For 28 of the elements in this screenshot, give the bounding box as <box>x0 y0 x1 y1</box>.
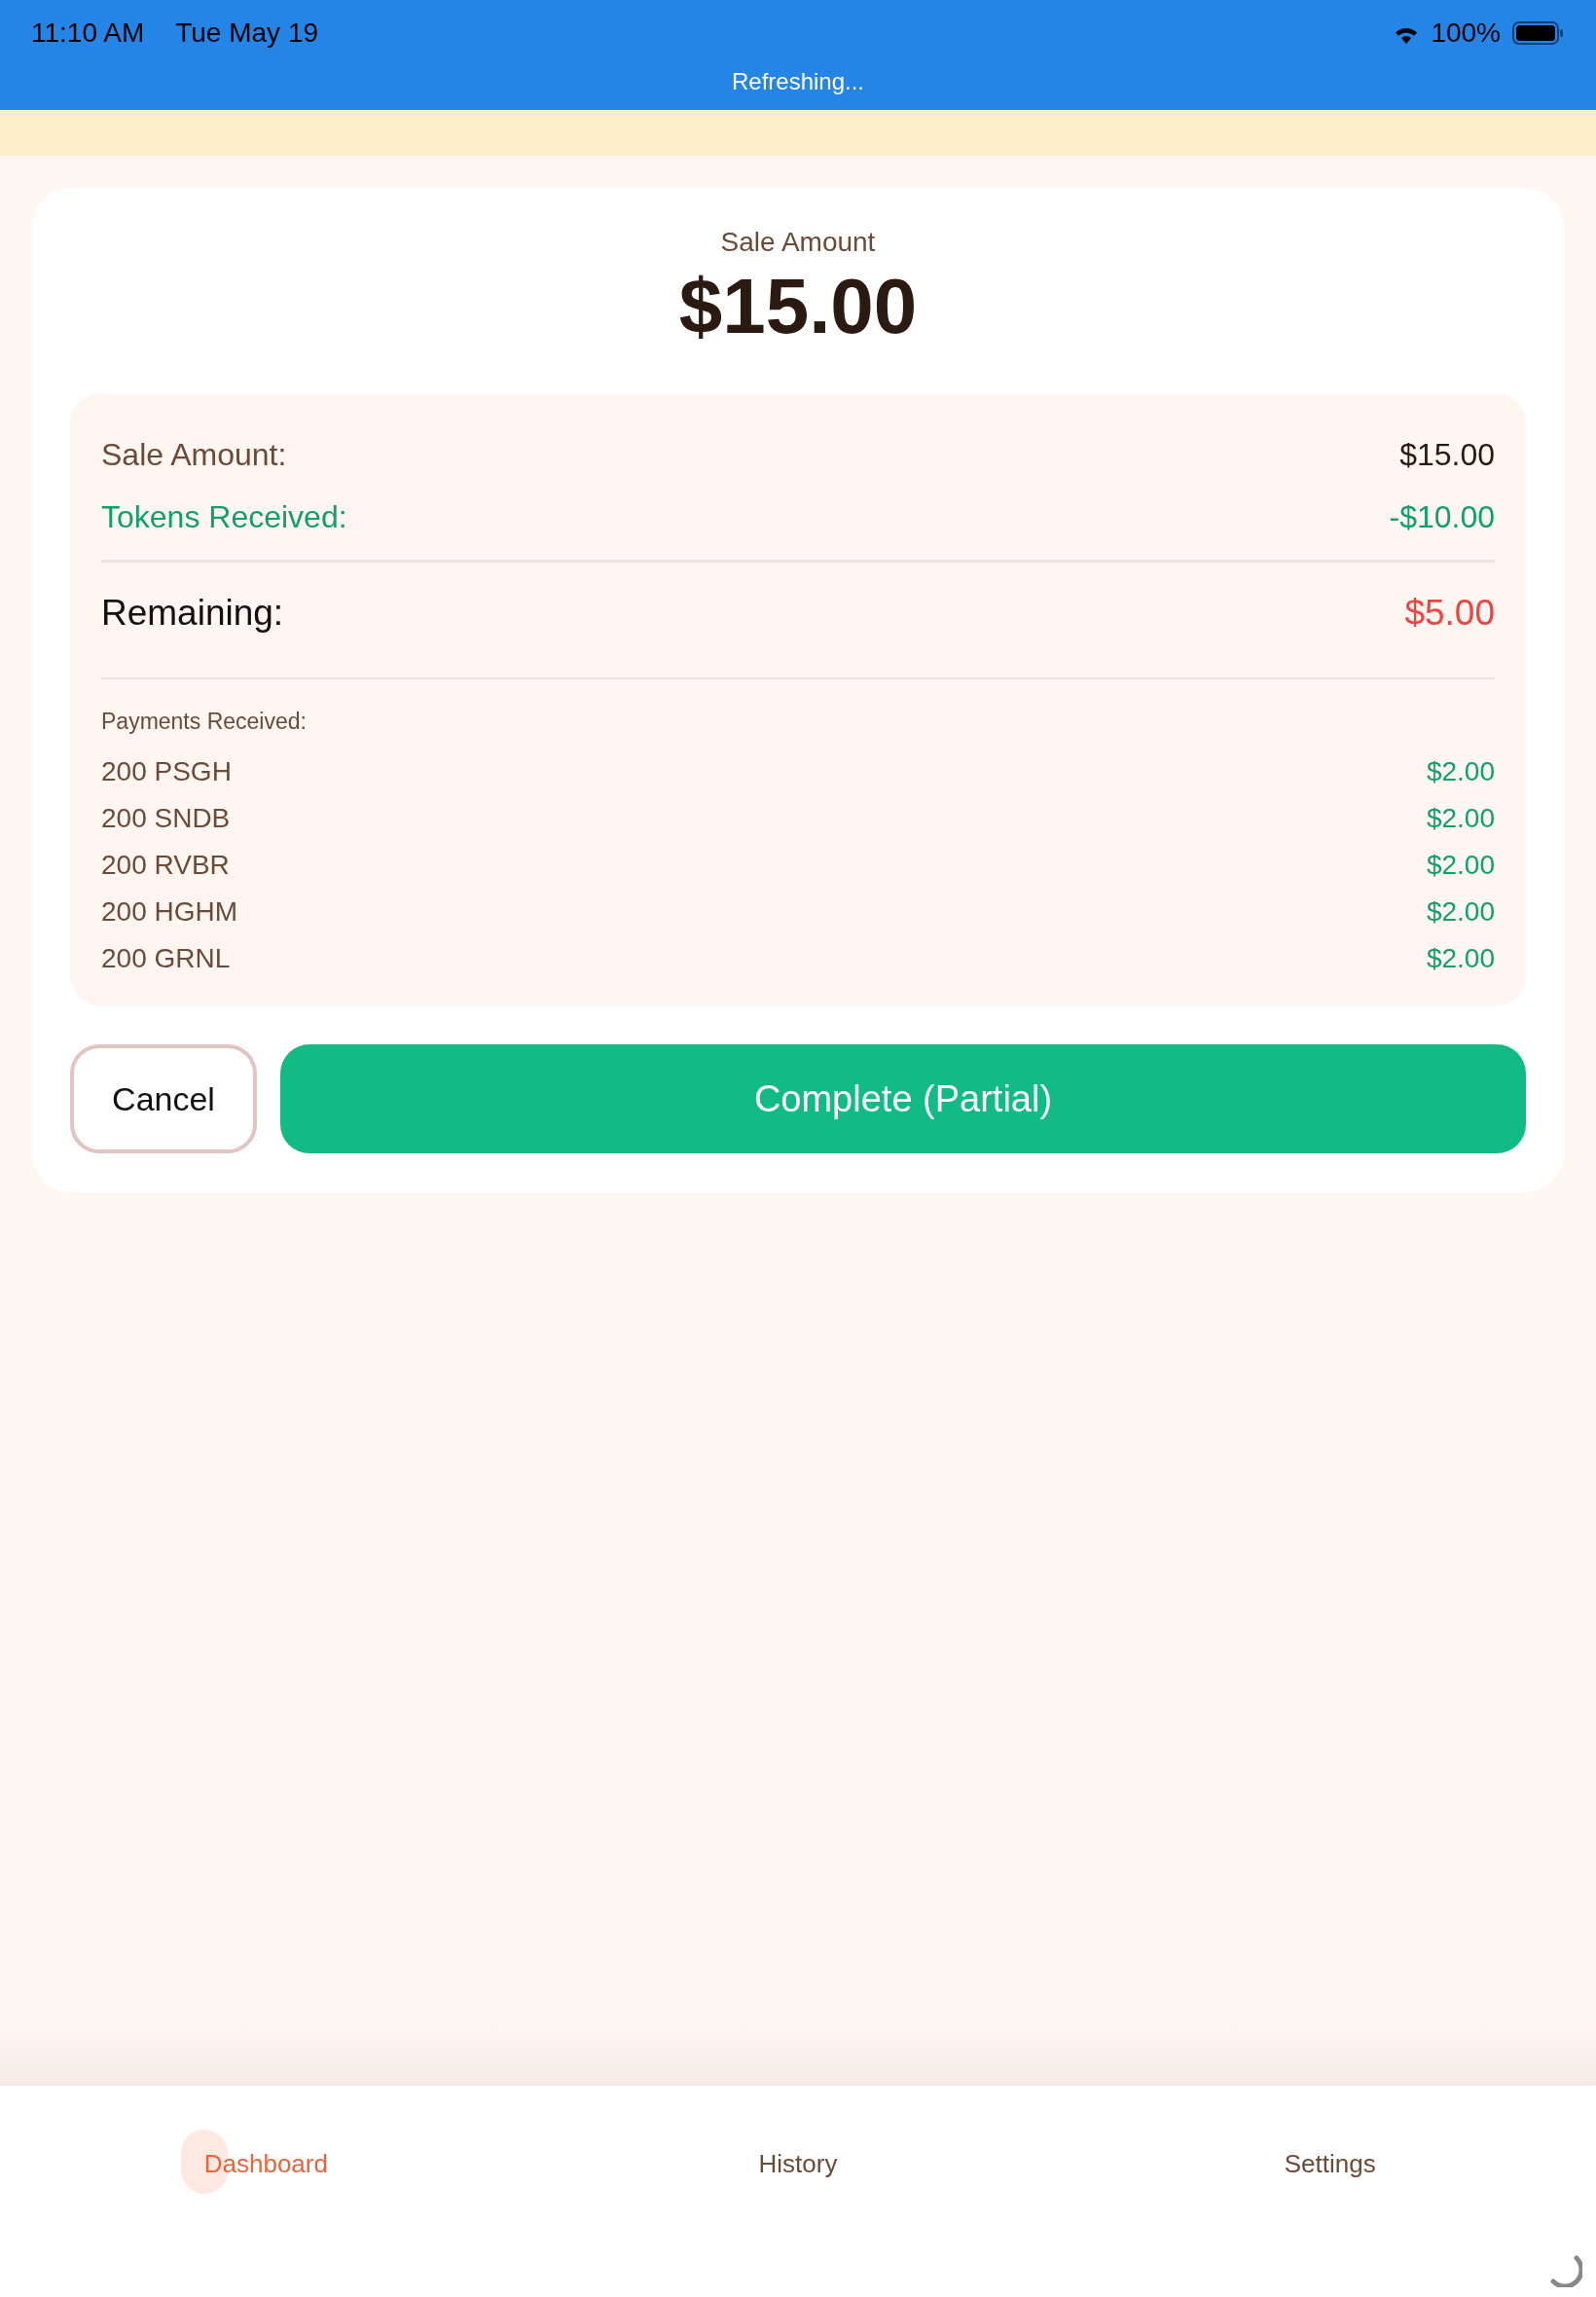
tab[interactable]: Settings <box>1260 2130 1399 2199</box>
payment-amount: $2.00 <box>1426 943 1495 974</box>
payments-title: Payments Received: <box>101 709 308 735</box>
status-date: Tue May 19 <box>175 18 319 49</box>
payment-name: 200 SNDB <box>101 803 231 834</box>
payment-name: 200 RVBR <box>101 850 230 881</box>
payment-amount: $2.00 <box>1426 803 1495 834</box>
sale-amount-label: Sale Amount <box>720 227 876 258</box>
breakdown-value: $15.00 <box>1399 436 1495 473</box>
sale-amount-total: $15.00 <box>678 262 918 351</box>
tab[interactable]: History <box>735 2130 861 2199</box>
battery-percent: 100% <box>1431 18 1501 49</box>
payment-name: 200 HGHM <box>101 896 238 928</box>
cancel-button[interactable]: Cancel <box>70 1044 257 1153</box>
payment-amount: $2.00 <box>1426 896 1495 928</box>
breakdown-label: Sale Amount: <box>101 436 287 473</box>
refreshing-text: Refreshing... <box>731 68 865 95</box>
payment-amount: $2.00 <box>1426 756 1495 787</box>
payment-amount: $2.00 <box>1426 850 1495 881</box>
payment-name: 200 GRNL <box>101 943 231 974</box>
breakdown-label: Tokens Received: <box>101 498 347 535</box>
status-time: 11:10 AM <box>31 18 145 49</box>
breakdown-value: $5.00 <box>1404 593 1495 634</box>
battery-icon <box>1512 20 1565 46</box>
payment-name: 200 PSGH <box>101 756 232 787</box>
breakdown-label: Remaining: <box>101 593 284 634</box>
breakdown-value: -$10.00 <box>1389 498 1495 535</box>
spinner-icon <box>1549 2254 1582 2287</box>
